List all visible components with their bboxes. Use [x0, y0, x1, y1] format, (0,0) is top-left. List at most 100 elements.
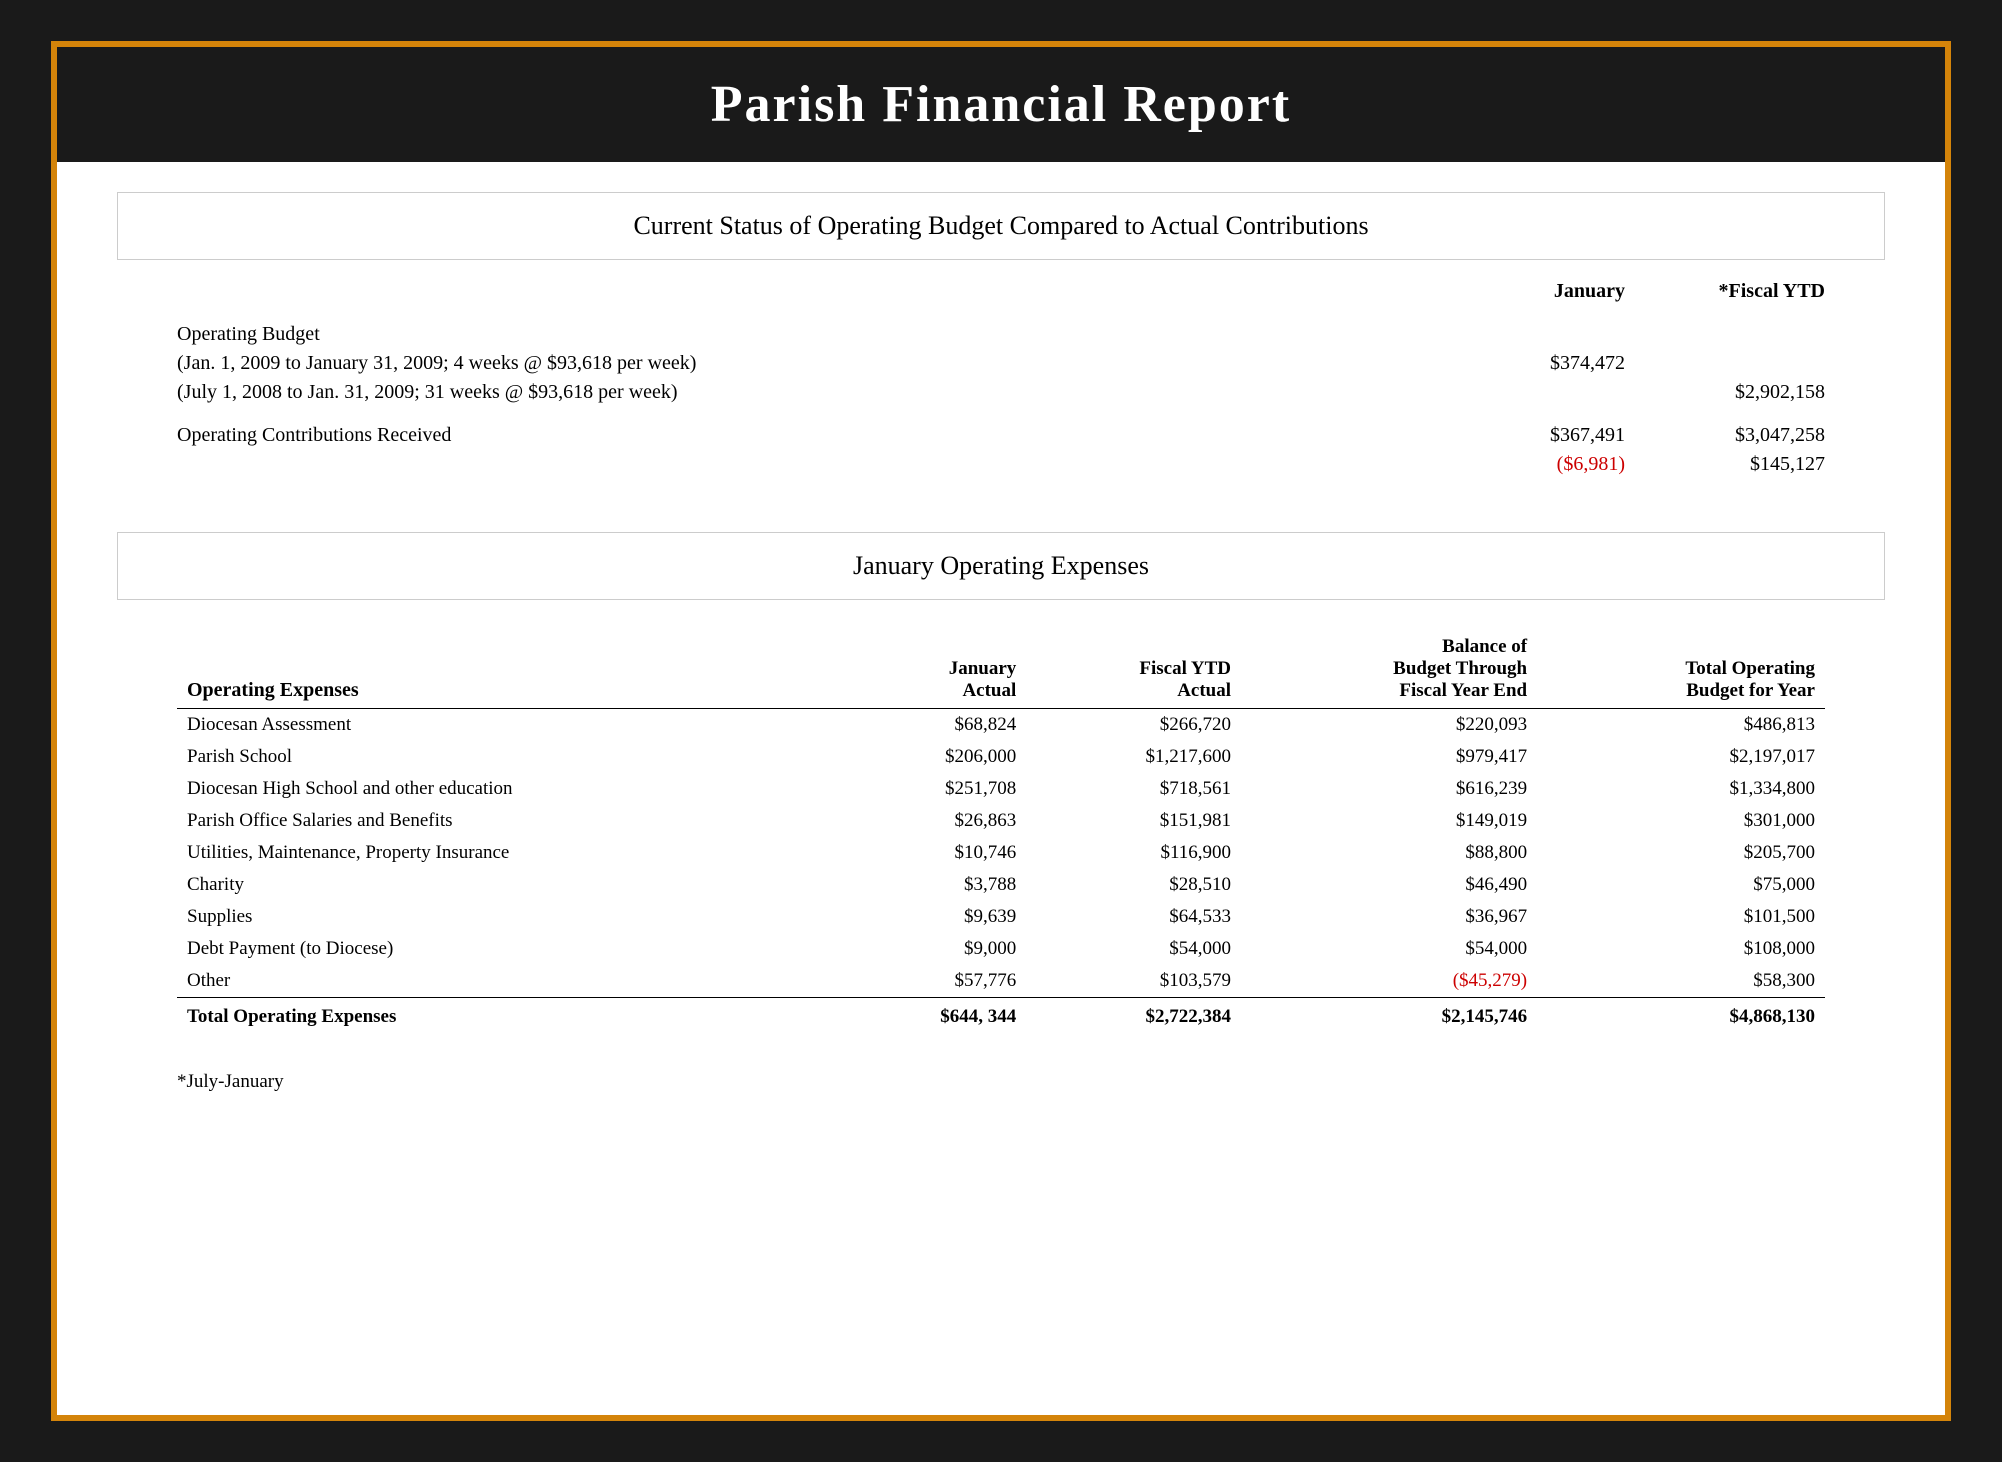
op-line1-label: (Jan. 1, 2009 to January 31, 2009; 4 wee…	[177, 352, 1425, 375]
expense-total-budget: $2,197,017	[1537, 741, 1825, 773]
total-balance: $2,145,746	[1241, 998, 1537, 1034]
expense-balance: $149,019	[1241, 805, 1537, 837]
table-row: Parish School$206,000$1,217,600$979,417$…	[177, 741, 1825, 773]
table-row: Charity$3,788$28,510$46,490$75,000	[177, 869, 1825, 901]
total-budget: $4,868,130	[1537, 998, 1825, 1034]
section1-title: Current Status of Operating Budget Compa…	[633, 211, 1368, 240]
expense-fiscal-ytd: $718,561	[1026, 773, 1241, 805]
contrib-jan: $367,491	[1425, 424, 1625, 447]
expenses-header-row: Operating Expenses January Actual Fiscal…	[177, 630, 1825, 709]
expense-row-label: Diocesan Assessment	[177, 709, 842, 742]
expense-balance: $616,239	[1241, 773, 1537, 805]
expense-jan-actual: $68,824	[842, 709, 1027, 742]
section2-title-box: January Operating Expenses	[117, 532, 1885, 600]
expense-total-budget: $1,334,800	[1537, 773, 1825, 805]
col-ytd-header: *Fiscal YTD	[1625, 280, 1825, 303]
expense-fiscal-ytd: $103,579	[1026, 965, 1241, 998]
section2-title: January Operating Expenses	[853, 551, 1149, 580]
col-jan-actual-header: January Actual	[842, 630, 1027, 709]
expense-balance: $36,967	[1241, 901, 1537, 933]
expense-row-label: Utilities, Maintenance, Property Insuran…	[177, 837, 842, 869]
op-line1-values: $374,472	[1425, 352, 1825, 375]
col-jan-header: January	[1425, 280, 1625, 303]
expense-fiscal-ytd: $54,000	[1026, 933, 1241, 965]
expense-jan-actual: $9,639	[842, 901, 1027, 933]
total-label: Total Operating Expenses	[177, 998, 842, 1034]
footnote: *July-January	[117, 1071, 1885, 1093]
contrib-ytd: $3,047,258	[1625, 424, 1825, 447]
total-jan: $644, 344	[842, 998, 1027, 1034]
expense-jan-actual: $251,708	[842, 773, 1027, 805]
section1-title-box: Current Status of Operating Budget Compa…	[117, 192, 1885, 260]
expenses-table: Operating Expenses January Actual Fiscal…	[177, 630, 1825, 1033]
op-line1-jan: $374,472	[1425, 352, 1625, 375]
expense-jan-actual: $10,746	[842, 837, 1027, 869]
expenses-section: Operating Expenses January Actual Fiscal…	[117, 620, 1885, 1053]
table-row: Parish Office Salaries and Benefits$26,8…	[177, 805, 1825, 837]
expense-balance: $220,093	[1241, 709, 1537, 742]
col-fiscal-ytd-header: Fiscal YTD Actual	[1026, 630, 1241, 709]
op-line2-jan	[1425, 381, 1625, 404]
expense-row-label: Parish Office Salaries and Benefits	[177, 805, 842, 837]
expense-fiscal-ytd: $266,720	[1026, 709, 1241, 742]
table-row: Debt Payment (to Diocese)$9,000$54,000$5…	[177, 933, 1825, 965]
op-line2-ytd: $2,902,158	[1625, 381, 1825, 404]
op-line2-label: (July 1, 2008 to Jan. 31, 2009; 31 weeks…	[177, 381, 1425, 404]
contrib-main-row: Operating Contributions Received $367,49…	[177, 424, 1825, 447]
contrib-diff-row: ($6,981) $145,127	[177, 453, 1825, 476]
expense-jan-actual: $57,776	[842, 965, 1027, 998]
expense-total-budget: $58,300	[1537, 965, 1825, 998]
expense-row-label: Diocesan High School and other education	[177, 773, 842, 805]
op-line2-row: (July 1, 2008 to Jan. 31, 2009; 31 weeks…	[177, 381, 1825, 404]
expense-jan-actual: $206,000	[842, 741, 1027, 773]
report-title: Parish Financial Report	[97, 75, 1905, 134]
col-total-budget-header: Total Operating Budget for Year	[1537, 630, 1825, 709]
col-operating-expenses-header: Operating Expenses	[177, 630, 842, 709]
col-balance-header: Balance of Budget Through Fiscal Year En…	[1241, 630, 1537, 709]
contrib-ytd-diff: $145,127	[1625, 453, 1825, 476]
expense-fiscal-ytd: $64,533	[1026, 901, 1241, 933]
expense-row-label: Supplies	[177, 901, 842, 933]
title-bar: Parish Financial Report	[57, 47, 1945, 162]
section1-col-headers: January *Fiscal YTD	[117, 280, 1885, 303]
expense-row-label: Charity	[177, 869, 842, 901]
op-line2-values: $2,902,158	[1425, 381, 1825, 404]
expense-balance: $88,800	[1241, 837, 1537, 869]
contrib-diff-values: ($6,981) $145,127	[1425, 453, 1825, 476]
expense-total-budget: $301,000	[1537, 805, 1825, 837]
expense-jan-actual: $3,788	[842, 869, 1027, 901]
expense-total-budget: $205,700	[1537, 837, 1825, 869]
table-row: Utilities, Maintenance, Property Insuran…	[177, 837, 1825, 869]
expense-fiscal-ytd: $116,900	[1026, 837, 1241, 869]
op-budget-main-row: Operating Budget	[177, 323, 1825, 346]
op-line1-row: (Jan. 1, 2009 to January 31, 2009; 4 wee…	[177, 352, 1825, 375]
expense-balance: $54,000	[1241, 933, 1537, 965]
total-row: Total Operating Expenses $644, 344 $2,72…	[177, 998, 1825, 1034]
contrib-jan-diff: ($6,981)	[1425, 453, 1625, 476]
expense-total-budget: $108,000	[1537, 933, 1825, 965]
expense-row-label: Other	[177, 965, 842, 998]
expense-total-budget: $101,500	[1537, 901, 1825, 933]
expense-fiscal-ytd: $151,981	[1026, 805, 1241, 837]
contrib-label: Operating Contributions Received	[177, 424, 1425, 447]
op-budget-label: Operating Budget	[177, 323, 1425, 346]
expense-jan-actual: $26,863	[842, 805, 1027, 837]
expense-total-budget: $486,813	[1537, 709, 1825, 742]
total-ytd: $2,722,384	[1026, 998, 1241, 1034]
table-row: Other$57,776$103,579($45,279)$58,300	[177, 965, 1825, 998]
report-container: Parish Financial Report Current Status o…	[51, 41, 1951, 1421]
expense-balance: $979,417	[1241, 741, 1537, 773]
op-line1-ytd	[1625, 352, 1825, 375]
contrib-values: $367,491 $3,047,258	[1425, 424, 1825, 447]
expense-row-label: Parish School	[177, 741, 842, 773]
expense-balance: ($45,279)	[1241, 965, 1537, 998]
expense-fiscal-ytd: $1,217,600	[1026, 741, 1241, 773]
expense-fiscal-ytd: $28,510	[1026, 869, 1241, 901]
table-row: Diocesan Assessment$68,824$266,720$220,0…	[177, 709, 1825, 742]
expense-row-label: Debt Payment (to Diocese)	[177, 933, 842, 965]
expense-total-budget: $75,000	[1537, 869, 1825, 901]
operating-budget-section: Operating Budget (Jan. 1, 2009 to Januar…	[117, 313, 1885, 512]
table-row: Supplies$9,639$64,533$36,967$101,500	[177, 901, 1825, 933]
expense-balance: $46,490	[1241, 869, 1537, 901]
table-row: Diocesan High School and other education…	[177, 773, 1825, 805]
